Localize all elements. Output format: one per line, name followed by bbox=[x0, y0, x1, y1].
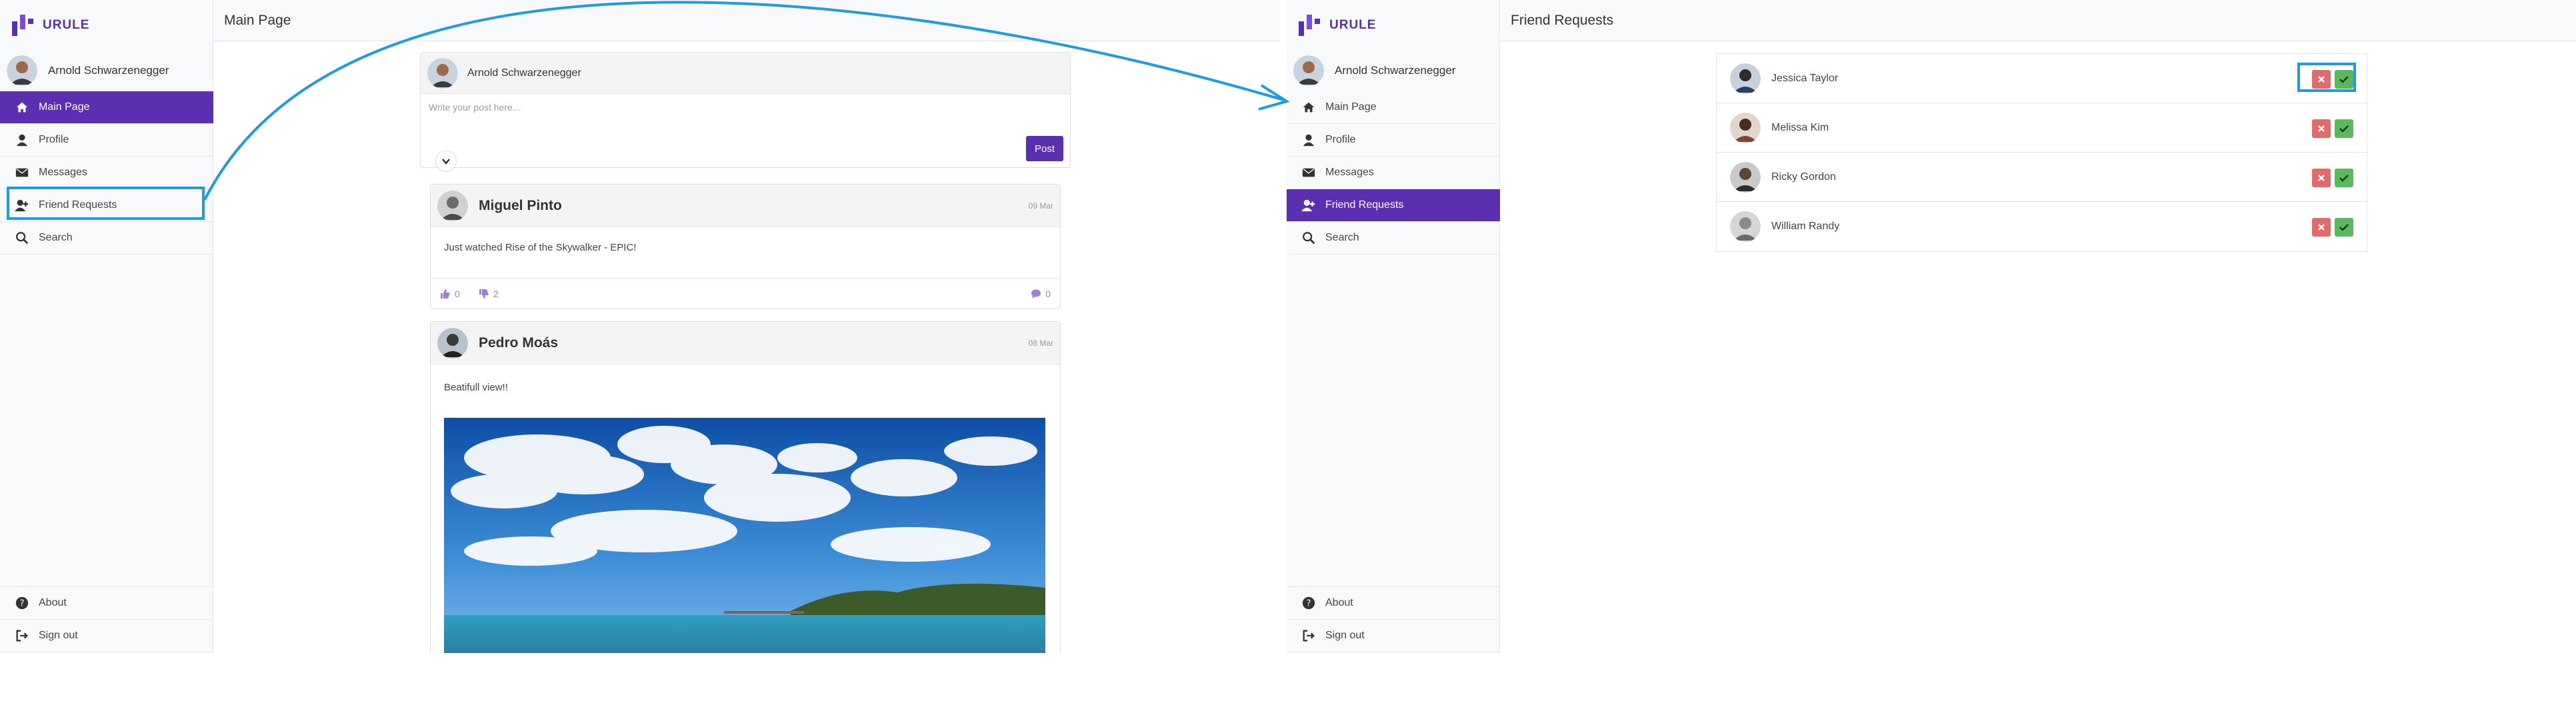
annotation-arrow bbox=[203, 1, 1290, 201]
